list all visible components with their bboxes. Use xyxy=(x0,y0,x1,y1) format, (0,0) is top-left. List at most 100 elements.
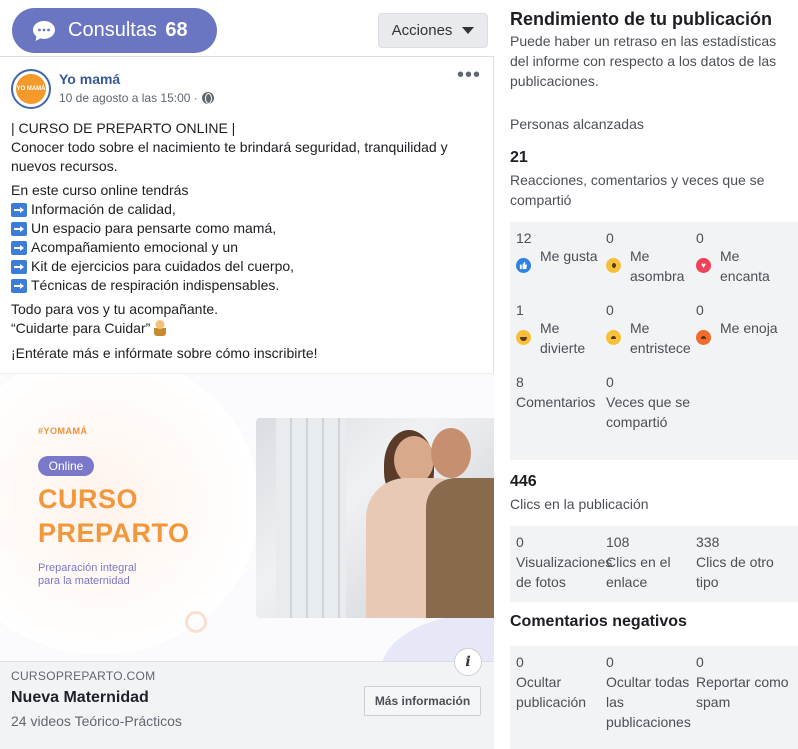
reaction-count: 1 xyxy=(516,302,524,318)
reaction-haha: 1 Me divierte xyxy=(516,300,602,358)
post-meta: 10 de agosto a las 15:00 · xyxy=(59,91,214,105)
reaction-label: Me encanta xyxy=(720,248,770,284)
post-timestamp[interactable]: 10 de agosto a las 15:00 · xyxy=(59,91,198,105)
clicks-value: 446 xyxy=(510,473,537,490)
negative-label: Reportar como spam xyxy=(696,674,789,710)
consultas-count: 68 xyxy=(165,19,188,41)
bullet-text: Acompañamiento emocional y un xyxy=(31,239,239,255)
image-subtitle: Preparación integral para la maternidad xyxy=(38,562,136,588)
angry-face-icon xyxy=(696,330,711,345)
image-hashtag: #YOMAMÁ xyxy=(38,426,88,436)
comments-stat: 8 Comentarios xyxy=(516,372,602,412)
reaction-label: Me enoja xyxy=(720,320,778,336)
info-icon[interactable]: i xyxy=(454,648,482,676)
click-other: 338 Clics de otro tipo xyxy=(696,532,792,592)
decorative-ring xyxy=(185,611,207,633)
more-options-icon[interactable]: ••• xyxy=(457,65,481,85)
shares-count: 0 xyxy=(606,374,614,390)
negative-count: 0 xyxy=(516,654,524,670)
image-subtitle-line-1: Preparación integral xyxy=(38,562,137,574)
reach-value: 21 xyxy=(510,149,528,166)
bullet-text: Técnicas de respiración indispensables. xyxy=(31,277,280,293)
page-name-link[interactable]: Yo mamá xyxy=(59,71,120,87)
right-arrow-icon xyxy=(11,240,27,255)
post-text: | CURSO DE PREPARTO ONLINE | Conocer tod… xyxy=(11,119,481,368)
heart-icon: ♥ xyxy=(696,258,711,273)
image-subtitle-line-2: para la maternidad xyxy=(38,575,130,587)
negative-title: Comentarios negativos xyxy=(510,613,687,630)
post-line-2: Conocer todo sobre el nacimiento te brin… xyxy=(11,139,448,174)
reactions-box: 12 Me gusta 0 Me asombra 0 ♥ Me encanta 1… xyxy=(510,222,798,460)
click-label: Clics de otro tipo xyxy=(696,554,774,590)
click-photo-views: 0 Visualizaciones de fotos xyxy=(516,532,612,592)
photo-figure xyxy=(431,428,471,478)
bullet-item: Acompañamiento emocional y un xyxy=(11,238,481,257)
photo-window xyxy=(276,418,346,618)
image-title-line-2: PREPARTO xyxy=(38,518,190,548)
online-pill: Online xyxy=(38,456,94,476)
avatar-logo-text: YO MAMÁ xyxy=(16,74,46,104)
reaction-label: Me divierte xyxy=(540,320,586,356)
right-arrow-icon xyxy=(11,221,27,236)
post-image[interactable]: #YOMAMÁ Online CURSO PREPARTO Preparació… xyxy=(0,373,494,661)
post-intro: En este curso online tendrás xyxy=(11,182,189,198)
acciones-dropdown[interactable]: Acciones xyxy=(378,13,488,48)
reaction-like: 12 Me gusta xyxy=(516,228,602,273)
reaction-count: 12 xyxy=(516,230,532,246)
post-card: YO MAMÁ Yo mamá 10 de agosto a las 15:00… xyxy=(0,56,494,749)
photo-figure xyxy=(394,436,434,484)
negative-spam: 0 Reportar como spam xyxy=(696,652,792,712)
negative-label: Ocultar publicación xyxy=(516,674,587,710)
right-arrow-icon xyxy=(11,202,27,217)
consultas-button[interactable]: Consultas 68 xyxy=(12,8,217,53)
clicks-box: 0 Visualizaciones de fotos 108 Clics en … xyxy=(510,526,798,602)
bullet-text: Un espacio para pensarte como mamá, xyxy=(31,220,277,236)
thumbs-up-icon xyxy=(516,258,531,273)
click-label: Clics en el enlace xyxy=(606,554,671,590)
wow-face-icon xyxy=(606,258,621,273)
reaction-label: Me asombra xyxy=(630,248,685,284)
reaction-wow: 0 Me asombra xyxy=(606,228,692,286)
shares-label: Veces que se compartió xyxy=(606,394,691,430)
panel-title: Rendimiento de tu publicación xyxy=(510,9,773,29)
reach-label: Personas alcanzadas xyxy=(510,116,644,132)
panel-subtitle: Puede haber un retraso en las estadístic… xyxy=(510,33,777,89)
reaction-count: 0 xyxy=(696,230,704,246)
link-title[interactable]: Nueva Maternidad xyxy=(11,689,149,707)
acciones-label: Acciones xyxy=(391,22,453,39)
sad-face-icon xyxy=(606,330,621,345)
pregnant-woman-icon xyxy=(154,320,167,336)
image-title-line-1: CURSO xyxy=(38,484,139,514)
caret-down-icon xyxy=(462,27,475,34)
post-closing-2: “Cuidarte para Cuidar” xyxy=(11,320,151,336)
click-label: Visualizaciones de fotos xyxy=(516,554,613,590)
link-domain: CURSOPREPARTO.COM xyxy=(11,669,156,683)
post-closing-1: Todo para vos y tu acompañante. xyxy=(11,301,219,317)
reaction-count: 0 xyxy=(606,230,614,246)
post-line-1: | CURSO DE PREPARTO ONLINE | xyxy=(11,120,236,136)
link-preview[interactable]: i CURSOPREPARTO.COM Nueva Maternidad 24 … xyxy=(0,648,494,749)
click-count: 338 xyxy=(696,534,720,550)
negative-hide-all: 0 Ocultar todas las publicaciones xyxy=(606,652,694,732)
negative-label: Ocultar todas las publicaciones xyxy=(606,674,691,730)
bullet-item: Técnicas de respiración indispensables. xyxy=(11,276,481,295)
page-avatar[interactable]: YO MAMÁ xyxy=(11,69,51,109)
comments-label: Comentarios xyxy=(516,394,596,410)
reaction-count: 0 xyxy=(606,302,614,318)
post-header: YO MAMÁ Yo mamá 10 de agosto a las 15:00… xyxy=(11,65,481,111)
negative-count: 0 xyxy=(606,654,614,670)
post-cta: ¡Entérate más e infórmate sobre cómo ins… xyxy=(11,345,318,361)
bullet-item: Kit de ejercicios para cuidados del cuer… xyxy=(11,257,481,276)
mas-informacion-button[interactable]: Más información xyxy=(364,686,481,716)
reaction-label: Me gusta xyxy=(540,248,598,264)
link-description: 24 videos Teórico-Prácticos xyxy=(11,713,182,729)
click-count: 0 xyxy=(516,534,524,550)
click-count: 108 xyxy=(606,534,630,550)
negative-box: 0 Ocultar publicación 0 Ocultar todas la… xyxy=(510,646,798,749)
couple-photo xyxy=(256,418,494,618)
image-title: CURSO PREPARTO xyxy=(38,482,190,550)
right-arrow-icon xyxy=(11,278,27,293)
right-arrow-icon xyxy=(11,259,27,274)
engagement-label: Reacciones, comentarios y veces que se c… xyxy=(510,172,765,208)
bullet-item: Un espacio para pensarte como mamá, xyxy=(11,219,481,238)
